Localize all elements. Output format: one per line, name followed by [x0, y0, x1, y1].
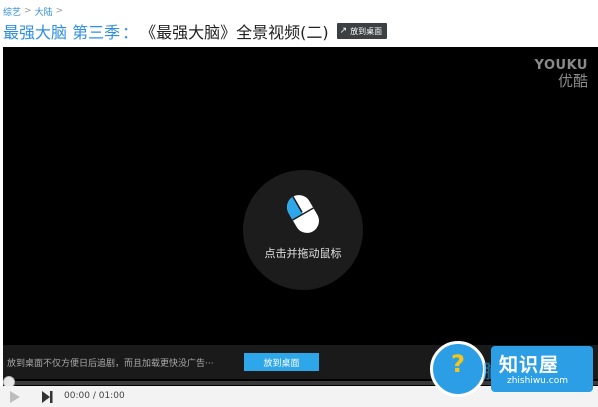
page-title: 最强大脑 第三季 ： 《最强大脑》全景视频(二) ↗ 放到桌面 — [3, 18, 388, 44]
episode-title: 《最强大脑》全景视频(二) — [140, 23, 329, 42]
breadcrumb-separator: > — [55, 6, 64, 16]
youku-logo-en: YOUKU — [534, 58, 588, 73]
title-separator: ： — [122, 23, 139, 42]
time-display: 00:00 / 01:00 — [64, 391, 125, 401]
youku-logo: YOUKU 优酷 — [535, 59, 588, 89]
drag-hint[interactable]: 点击并拖动鼠标 — [243, 170, 363, 290]
breadcrumb-item-variety[interactable]: 综艺 — [3, 5, 21, 18]
mouse-icon — [287, 195, 319, 233]
watermark-box: 知识屋 zhishiwu.com — [491, 346, 593, 392]
breadcrumb: 综艺 > 大陆 > — [3, 4, 66, 18]
zhishiwu-watermark: ? 脑 知识屋 zhishiwu.com — [425, 338, 595, 400]
watermark-text-en: zhishiwu.com — [507, 376, 568, 386]
add-to-desktop-label: 放到桌面 — [350, 26, 383, 36]
ad-add-to-desktop-button[interactable]: 放到桌面 — [244, 353, 319, 371]
time-current: 00:00 — [64, 391, 90, 401]
breadcrumb-separator: > — [24, 6, 32, 16]
ad-text: 放到桌面不仅方便日后追剧，而且加载更快没广告··· — [7, 359, 214, 369]
question-icon: ? — [451, 350, 465, 378]
youku-logo-cn: 优酷 — [557, 72, 588, 90]
time-separator: / — [92, 391, 96, 401]
watermark-badge: ? — [430, 341, 486, 397]
show-title-link[interactable]: 最强大脑 第三季 — [3, 19, 120, 43]
drag-hint-text: 点击并拖动鼠标 — [264, 247, 342, 260]
play-icon[interactable] — [7, 390, 21, 404]
breadcrumb-item-mainland[interactable]: 大陆 — [35, 5, 53, 18]
time-total: 01:00 — [98, 391, 125, 401]
desktop-shortcut-icon: ↗ — [339, 26, 348, 36]
watermark-text-cn: 知识屋 — [499, 354, 560, 376]
add-to-desktop-button[interactable]: ↗ 放到桌面 — [336, 23, 388, 39]
next-icon[interactable] — [40, 390, 54, 404]
